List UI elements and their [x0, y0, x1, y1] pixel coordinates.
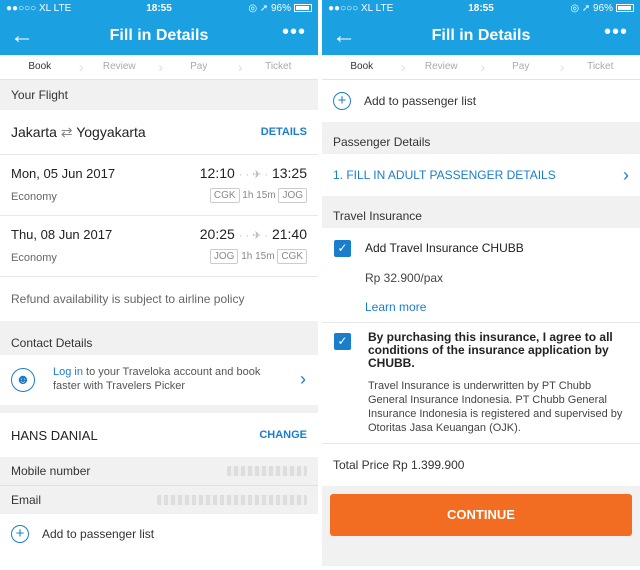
mobile-row: Mobile number [0, 457, 318, 485]
cabin-class: Economy [11, 252, 57, 264]
email-value-redacted [157, 495, 307, 505]
travel-insurance-header: Travel Insurance [322, 196, 640, 228]
add-passenger-row[interactable]: + Add to passenger list [0, 514, 318, 554]
right-screen: ●●○○○ XL LTE 18:55 ◎ ➚ 96% ← Fill in Det… [322, 0, 640, 570]
plane-icon: · · ✈ · [238, 230, 269, 242]
continue-button[interactable]: CONTINUE [330, 494, 632, 536]
chevron-right-icon: › [623, 164, 629, 185]
change-button[interactable]: CHANGE [259, 429, 307, 441]
insurance-agreement: ✓ By purchasing this insurance, I agree … [322, 323, 640, 443]
flight-times: 12:10 · · ✈ · 13:25 [199, 165, 307, 181]
mobile-label: Mobile number [11, 464, 91, 478]
step-review: Review › [102, 59, 163, 75]
step-pay: Pay › [512, 59, 565, 75]
add-passenger-label: Add to passenger list [42, 527, 155, 541]
more-options-icon[interactable]: ••• [282, 21, 306, 44]
step-ticket: Ticket [587, 61, 614, 72]
insurance-label: Add Travel Insurance CHUBB [365, 241, 524, 255]
refund-note: Refund availability is subject to airlin… [0, 277, 318, 321]
plane-icon: · · ✈ · [238, 169, 269, 181]
flight-route-tags: JOG 1h 15m CGK [209, 249, 307, 264]
progress-steps: Book › Review › Pay › Ticket [0, 55, 318, 80]
flight-route-tags: CGK 1h 15m JOG [209, 188, 307, 203]
cabin-class: Economy [11, 191, 57, 203]
step-ticket: Ticket [265, 61, 292, 72]
fill-adult-passenger-button[interactable]: 1. FILL IN ADULT PASSENGER DETAILS › [322, 154, 640, 196]
insurance-checkbox[interactable]: ✓ [334, 240, 351, 257]
more-options-icon[interactable]: ••• [604, 21, 628, 44]
email-row: Email [0, 486, 318, 514]
route-title: Jakarta ⇄ Yogyakarta [11, 123, 146, 140]
flight-item: Thu, 08 Jun 2017 20:25 · · ✈ · 21:40 Eco… [0, 216, 318, 276]
flight-date: Thu, 08 Jun 2017 [11, 227, 113, 242]
details-button[interactable]: DETAILS [261, 126, 307, 138]
fill-adult-label: 1. FILL IN ADULT PASSENGER DETAILS [333, 168, 556, 182]
contact-name-row: HANS DANIAL CHANGE [0, 413, 318, 457]
login-prompt[interactable]: ☻ Log in to your Traveloka account and b… [0, 355, 318, 405]
status-bar: ●●○○○ XL LTE 18:55 ◎ ➚ 96% [322, 0, 640, 18]
flight-item: Mon, 05 Jun 2017 12:10 · · ✈ · 13:25 Eco… [0, 155, 318, 215]
page-title: Fill in Details [109, 27, 209, 44]
battery-indicator: ◎ ➚ 96% [570, 3, 634, 14]
learn-more-link[interactable]: Learn more [365, 300, 426, 314]
battery-icon [616, 4, 634, 12]
step-book: Book › [350, 59, 406, 75]
your-flight-header: Your Flight [0, 80, 318, 110]
battery-icon [294, 4, 312, 12]
login-link[interactable]: Log in [53, 366, 83, 378]
footer: CONTINUE [322, 486, 640, 566]
contact-details-header: Contact Details [0, 321, 318, 355]
user-icon: ☻ [11, 368, 35, 392]
add-circle-icon: + [333, 92, 351, 110]
left-screen: ●●○○○ XL LTE 18:55 ◎ ➚ 96% ← Fill in Det… [0, 0, 318, 570]
agreement-text: By purchasing this insurance, I agree to… [368, 330, 613, 370]
chevron-right-icon: › [300, 369, 306, 389]
contact-name: HANS DANIAL [11, 427, 98, 443]
total-price: Total Price Rp 1.399.900 [322, 444, 640, 486]
add-circle-icon: + [11, 525, 29, 543]
flight-date: Mon, 05 Jun 2017 [11, 166, 116, 181]
login-text: Log in to your Traveloka account and boo… [53, 366, 261, 392]
insurance-price: Rp 32.900/pax [365, 271, 444, 285]
insurance-option: ✓ Add Travel Insurance CHUBB Rp 32.900/p… [322, 228, 640, 322]
mobile-value-redacted [227, 466, 307, 476]
swap-icon: ⇄ [60, 123, 73, 140]
status-bar: ●●○○○ XL LTE 18:55 ◎ ➚ 96% [0, 0, 318, 18]
passenger-details-header: Passenger Details [322, 122, 640, 154]
flight-times: 20:25 · · ✈ · 21:40 [199, 226, 307, 242]
add-passenger-label: Add to passenger list [364, 94, 477, 108]
step-pay: Pay › [190, 59, 243, 75]
add-passenger-row[interactable]: + Add to passenger list [322, 80, 640, 122]
app-bar: ← Fill in Details ••• [0, 18, 318, 55]
app-bar: ← Fill in Details ••• [322, 18, 640, 55]
agreement-checkbox[interactable]: ✓ [334, 333, 351, 350]
email-label: Email [11, 493, 42, 507]
battery-indicator: ◎ ➚ 96% [248, 3, 312, 14]
page-title: Fill in Details [431, 27, 531, 44]
progress-steps: Book › Review › Pay › Ticket [322, 55, 640, 80]
step-review: Review › [424, 59, 485, 75]
route-row: Jakarta ⇄ Yogyakarta DETAILS [0, 110, 318, 154]
underwriter-text: Travel Insurance is underwritten by PT C… [368, 380, 623, 434]
step-book: Book › [28, 59, 84, 75]
